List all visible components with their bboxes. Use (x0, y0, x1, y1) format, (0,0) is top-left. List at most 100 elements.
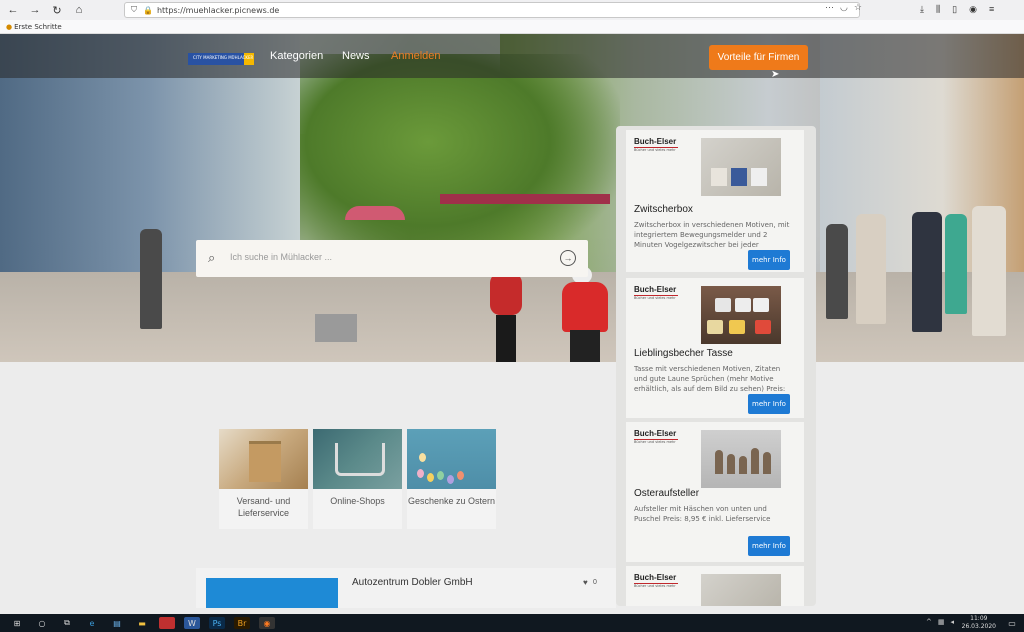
listing-title[interactable]: Autozentrum Dobler GmbH (352, 577, 473, 588)
system-tray: ^ ▦ ◂ (926, 618, 954, 626)
more-info-button[interactable]: mehr Info (748, 536, 790, 556)
sidebar-icon[interactable]: ▯ (952, 4, 957, 15)
ad-image-mug (735, 298, 751, 312)
search-icon[interactable]: ○ (34, 617, 50, 629)
search-input[interactable]: Ich suche in Mühlacker ... (230, 252, 332, 262)
library-icon[interactable]: ⫼ (936, 4, 940, 15)
bookmark-star-icon[interactable]: ☆ (854, 2, 862, 13)
ad-image-mug (755, 320, 771, 334)
ad-description: Zwitscherbox in verschiedenen Motiven, m… (634, 221, 790, 249)
edge-icon[interactable]: e (84, 617, 100, 629)
windows-start-icon[interactable]: ⊞ (9, 617, 25, 629)
hero-cyclist-legs (570, 330, 600, 362)
volume-icon[interactable]: ◂ (950, 618, 954, 626)
reload-icon[interactable]: ↻ (50, 4, 64, 17)
search-bar[interactable]: ⌕ Ich suche in Mühlacker ... → (196, 240, 588, 277)
hero-umbrella (345, 206, 405, 220)
ad-image-mug (753, 298, 769, 312)
ad-image (701, 574, 781, 606)
category-tile-versand[interactable]: Versand- und Lieferservice (219, 429, 308, 529)
chevron-up-icon[interactable]: ^ (926, 618, 932, 626)
ad-card[interactable]: Buch-Elser Bücher und vieles mehr (626, 566, 804, 606)
notification-icon[interactable]: ▭ (1004, 617, 1020, 629)
page-actions-icon[interactable]: ⋯ (825, 2, 834, 13)
back-icon[interactable]: ← (6, 4, 20, 17)
hero-cyclist-legs (496, 315, 516, 362)
more-info-button[interactable]: mehr Info (748, 394, 790, 414)
menu-icon[interactable]: ≡ (989, 4, 994, 15)
hero-cyclist-body (562, 282, 608, 332)
search-submit-icon[interactable]: → (560, 250, 576, 266)
hero-image (0, 34, 1024, 362)
ad-image (701, 430, 781, 488)
category-label: Online-Shops (313, 489, 402, 529)
brand-tagline: Bücher und vieles mehr (634, 296, 676, 300)
business-benefits-button[interactable]: Vorteile für Firmen (709, 45, 808, 70)
ad-card[interactable]: Buch-Elser Bücher und vieles mehr Liebli… (626, 278, 804, 418)
nav-kategorien[interactable]: Kategorien (270, 50, 323, 62)
brand-name: Buch-Elser (634, 137, 678, 148)
clock[interactable]: 11:09 26.03.2020 (962, 615, 996, 631)
bridge-icon[interactable]: Br (234, 617, 250, 629)
shield-icon: ⛉ (131, 5, 137, 14)
download-icon[interactable]: ⤓ (920, 4, 924, 15)
easter-egg (417, 469, 424, 478)
ad-image-house (711, 168, 727, 186)
url-text: https://muehlacker.picnews.de (156, 5, 280, 15)
brand-tagline: Bücher und vieles mehr (634, 440, 676, 444)
ad-title: Lieblingsbecher Tasse (634, 348, 733, 359)
lock-icon: 🔒 (143, 5, 153, 15)
brand-name: Buch-Elser (634, 573, 678, 584)
home-icon[interactable]: ⌂ (72, 4, 86, 17)
ad-image-bunny (739, 456, 747, 474)
ad-card[interactable]: Buch-Elser Bücher und vieles mehr Ostera… (626, 422, 804, 562)
photoshop-icon[interactable]: Ps (209, 617, 225, 629)
category-image (219, 429, 308, 489)
ad-panel: Buch-Elser Bücher und vieles mehr Zwitsc… (616, 126, 816, 606)
network-icon[interactable]: ▦ (938, 618, 945, 626)
app-icon-red[interactable] (159, 617, 175, 629)
nav-anmelden[interactable]: Anmelden (391, 50, 441, 62)
file-explorer-icon[interactable]: ▬ (134, 617, 150, 629)
category-tile-online-shops[interactable]: Online-Shops (313, 429, 402, 529)
browser-nav-buttons: ← → ↻ ⌂ (0, 4, 86, 17)
hero-cyclist-body (490, 273, 522, 315)
ad-description: Aufsteller mit Häschen von unten und Pus… (634, 505, 771, 523)
word-icon[interactable]: W (184, 617, 200, 629)
browser-toolbar: ← → ↻ ⌂ ⛉ 🔒 https://muehlacker.picnews.d… (0, 0, 1024, 20)
brand-name: Buch-Elser (634, 429, 678, 440)
hero-pedestrian (972, 206, 1006, 336)
ad-image-house (731, 168, 747, 186)
hero-pedestrian (826, 224, 848, 319)
forward-icon[interactable]: → (28, 4, 42, 17)
address-bar[interactable]: ⛉ 🔒 https://muehlacker.picnews.de (124, 2, 860, 18)
ad-image-mug (729, 320, 745, 334)
ad-description: Tasse mit verschiedenen Motiven, Zitaten… (634, 365, 786, 393)
search-icon: ⌕ (208, 250, 216, 265)
brand-name: Buch-Elser (634, 285, 678, 296)
task-view-icon[interactable]: ⧉ (59, 617, 75, 629)
brand-tagline: Bücher und vieles mehr (634, 584, 676, 588)
hero-bench (315, 314, 357, 342)
listing-like-count: 0 (593, 579, 597, 586)
store-icon[interactable]: ▤ (109, 617, 125, 629)
category-image (407, 429, 496, 489)
mouse-cursor-icon: ➤ (771, 69, 780, 80)
heart-icon[interactable]: ♥ (583, 578, 588, 587)
ad-image-bunny (751, 448, 759, 474)
hero-pedestrian (945, 214, 967, 314)
ad-card[interactable]: Buch-Elser Bücher und vieles mehr Zwitsc… (626, 130, 804, 272)
brand-tagline: Bücher und vieles mehr (634, 148, 676, 152)
nav-news[interactable]: News (342, 50, 370, 62)
bookmark-item[interactable]: Erste Schritte (14, 23, 62, 31)
easter-egg (419, 453, 426, 462)
category-image (313, 429, 402, 489)
hero-awning (440, 194, 610, 204)
account-icon[interactable]: ◉ (969, 4, 977, 15)
firefox-icon[interactable]: ◉ (259, 617, 275, 629)
hero-pedestrian (856, 214, 886, 324)
ad-image-house (751, 168, 767, 186)
pocket-icon[interactable]: ◡ (840, 2, 848, 13)
category-tile-ostern[interactable]: Geschenke zu Ostern (407, 429, 496, 529)
more-info-button[interactable]: mehr Info (748, 250, 790, 270)
